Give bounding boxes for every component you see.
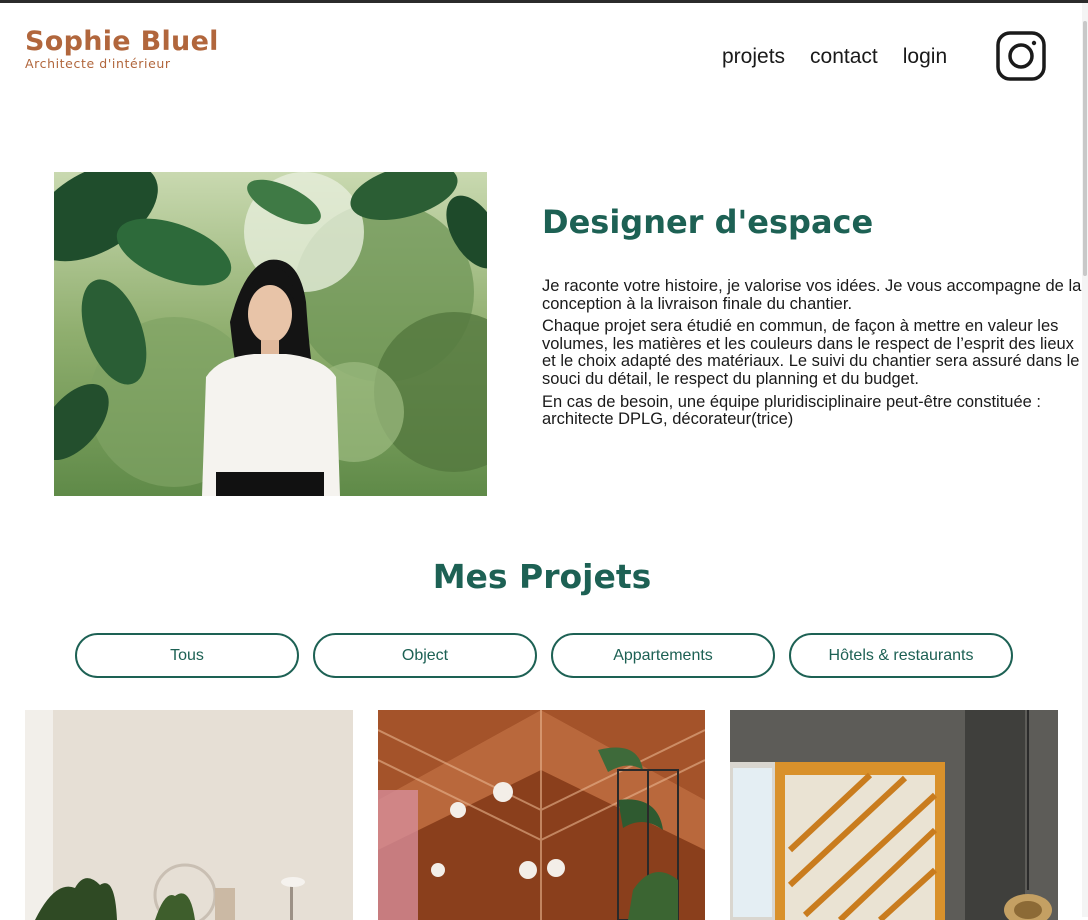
about-paragraph-2: Chaque projet sera étudié en commun, de … [542,317,1080,388]
projects-title: Mes Projets [432,557,652,596]
portrait-photo [54,172,487,496]
project-card[interactable] [730,710,1058,920]
scrollbar-thumb[interactable] [1083,21,1087,276]
logo-subtitle: Architecte d'intérieur [25,56,171,71]
logo[interactable]: Sophie Bluel Architecte d'intérieur [25,28,219,71]
logo-title: Sophie Bluel [25,26,219,57]
about-title: Designer d'espace [542,203,874,241]
filter-button-hotels-restaurants[interactable]: Hôtels & restaurants [789,633,1013,678]
filter-button-appartements[interactable]: Appartements [551,633,775,678]
scrollbar[interactable] [1082,3,1088,917]
about-paragraph-1: Je raconte votre histoire, je valorise v… [542,277,1082,313]
nav-link-login[interactable]: login [903,43,947,71]
about-text: Designer d'espace Je raconte votre histo… [542,199,1082,434]
filter-button-object[interactable]: Object [313,633,537,678]
about-paragraph-3: En cas de besoin, une équipe pluridiscip… [542,392,1041,429]
project-card[interactable] [25,710,353,920]
project-card[interactable] [378,710,705,920]
instagram-icon[interactable] [996,31,1046,81]
nav-link-contact[interactable]: contact [810,43,878,71]
nav-link-projets[interactable]: projets [722,43,785,71]
main-nav: projets contact login [722,43,972,71]
filter-button-tous[interactable]: Tous [75,633,299,678]
filter-bar: Tous Object Appartements Hôtels & restau… [75,633,1027,678]
